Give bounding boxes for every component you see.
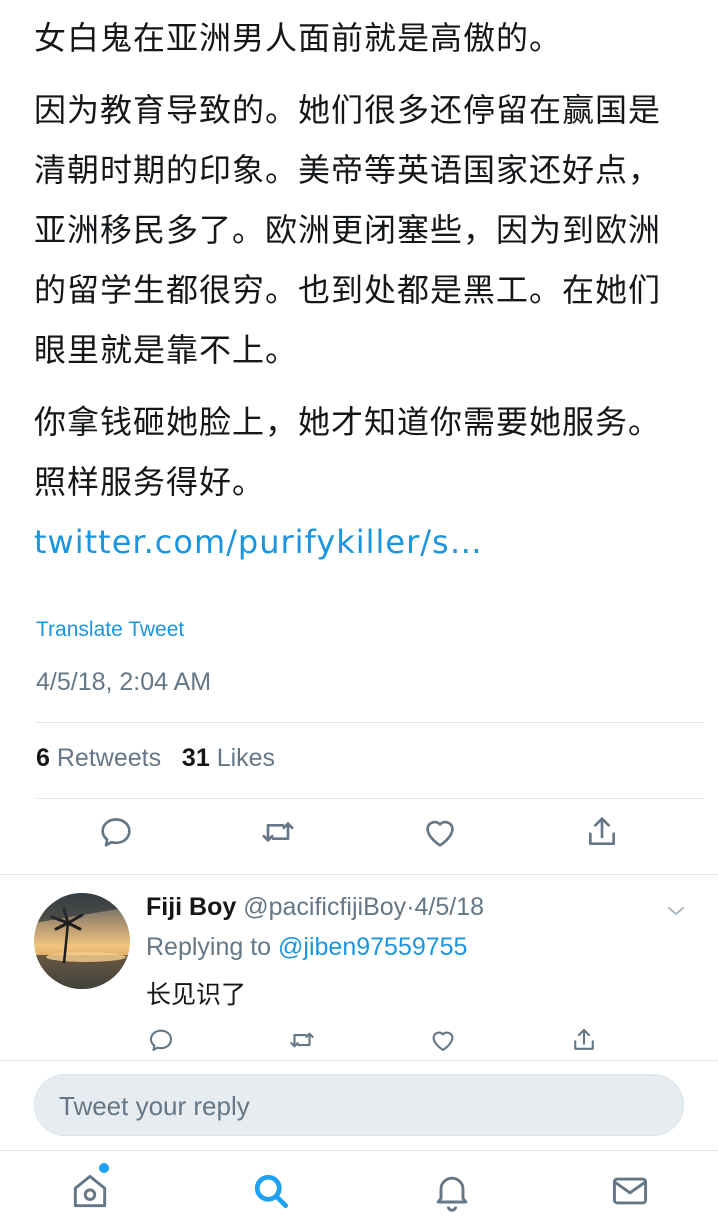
tweet-detail-page: 女白鬼在亚洲男人面前就是高傲的。 因为教育导致的。她们很多还停留在赢国是清朝时期…	[0, 0, 718, 1230]
reply-icon[interactable]	[146, 1025, 176, 1055]
tweet-paragraph-text: 你拿钱砸她脸上，她才知道你需要她服务。照样服务得好。	[34, 403, 662, 501]
bottom-tab-bar	[0, 1150, 718, 1230]
like-icon[interactable]	[420, 812, 460, 852]
retweets-label[interactable]: Retweets	[57, 744, 161, 772]
replying-handle[interactable]: @jiben97559755	[278, 933, 467, 961]
reply-compose-box[interactable]	[34, 1074, 684, 1136]
search-icon[interactable]	[249, 1169, 293, 1213]
reply-display-name[interactable]: Fiji Boy	[146, 893, 236, 921]
tweet-stats: 6 Retweets 31 Likes	[36, 744, 275, 773]
tweet-paragraph: 你拿钱砸她脸上，她才知道你需要她服务。照样服务得好。 twitter.com/p…	[34, 392, 684, 572]
divider	[0, 1060, 718, 1061]
divider	[36, 722, 704, 723]
reply-handle[interactable]: @pacificfijiBoy	[243, 893, 406, 921]
tweet-paragraph: 女白鬼在亚洲男人面前就是高傲的。	[34, 19, 563, 57]
replying-prefix: Replying to	[146, 933, 272, 961]
avatar[interactable]	[34, 893, 130, 989]
divider	[36, 798, 704, 799]
tweet-link[interactable]: twitter.com/purifykiller/s…	[34, 523, 483, 561]
reply-date: 4/5/18	[414, 893, 485, 921]
like-icon[interactable]	[428, 1025, 458, 1055]
chevron-down-icon[interactable]	[664, 899, 688, 923]
replying-to: Replying to @jiben97559755	[146, 933, 467, 962]
retweet-icon[interactable]	[287, 1025, 317, 1055]
home-icon[interactable]	[68, 1169, 112, 1213]
reply-input[interactable]	[57, 1083, 661, 1129]
likes-count[interactable]: 31	[182, 744, 210, 772]
notifications-icon[interactable]	[430, 1169, 474, 1213]
share-icon[interactable]	[569, 1025, 599, 1055]
reply-separator: ·	[406, 893, 415, 921]
reply-text: 长见识了	[146, 980, 247, 1009]
share-icon[interactable]	[582, 812, 622, 852]
reply-tweet[interactable]: Fiji Boy @pacificfijiBoy·4/5/18 Replying…	[0, 875, 718, 1065]
tweet-action-bar	[0, 812, 718, 862]
home-notification-dot	[99, 1163, 109, 1173]
tweet-text: 女白鬼在亚洲男人面前就是高傲的。 因为教育导致的。她们很多还停留在赢国是清朝时期…	[34, 8, 684, 584]
reply-header: Fiji Boy @pacificfijiBoy·4/5/18	[146, 893, 484, 922]
messages-icon[interactable]	[608, 1169, 652, 1213]
likes-label[interactable]: Likes	[217, 744, 275, 772]
translate-tweet-link[interactable]: Translate Tweet	[36, 618, 184, 642]
tweet-timestamp: 4/5/18, 2:04 AM	[36, 668, 212, 696]
tweet-paragraph: 因为教育导致的。她们很多还停留在赢国是清朝时期的印象。美帝等英语国家还好点，亚洲…	[34, 91, 662, 369]
retweets-count[interactable]: 6	[36, 744, 50, 772]
retweet-icon[interactable]	[258, 812, 298, 852]
reply-action-bar	[0, 1025, 718, 1061]
reply-icon[interactable]	[96, 812, 136, 852]
